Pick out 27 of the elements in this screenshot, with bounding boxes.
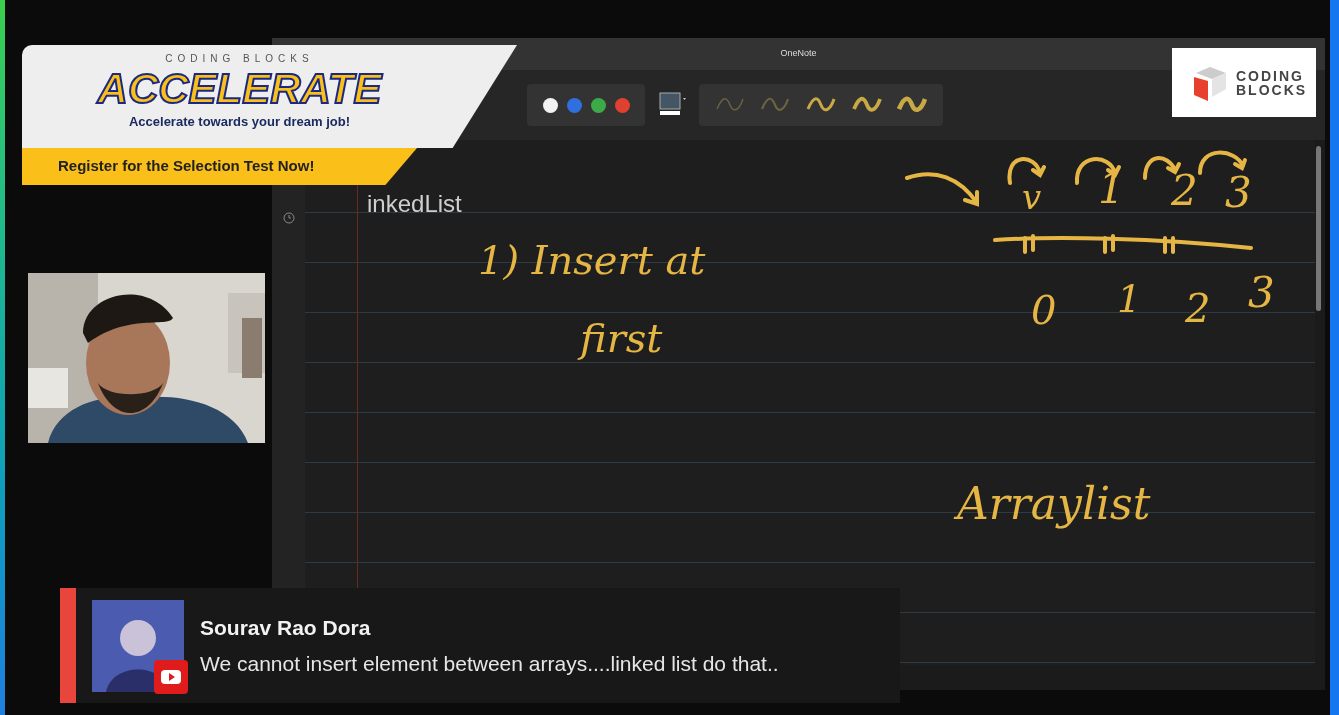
pen-color-swatch[interactable]	[614, 97, 630, 113]
author-name: Sourav Rao Dora	[200, 615, 372, 641]
clock-icon[interactable]	[282, 212, 295, 224]
pen-stroke-icon[interactable]	[851, 95, 882, 115]
banner-tagline: Accelerate towards your dream job!	[128, 113, 351, 131]
pen-color-swatch[interactable]	[566, 97, 582, 113]
handwritten-text: 3	[1248, 272, 1275, 314]
handwritten-text: 2	[1171, 170, 1198, 212]
handwritten-text: 2	[1185, 288, 1211, 328]
window-title: OneNote	[780, 47, 817, 61]
pen-color-swatch[interactable]	[590, 97, 606, 113]
handwritten-text: 3	[1225, 172, 1252, 214]
chat-message: We cannot insert element between arrays....linked list do that..	[200, 650, 779, 677]
page-title: inkedList	[367, 189, 462, 219]
logo-text: CODING	[1236, 68, 1305, 83]
register-banner[interactable]: Register for the Selection Test Now!	[22, 148, 417, 185]
brand-text: CODING BLOCKS	[165, 52, 314, 66]
handwritten-text: 1) Insert at	[478, 240, 706, 280]
logo-text: BLOCKS	[1236, 82, 1308, 97]
pen-color-swatch[interactable]	[542, 97, 558, 113]
play-badge-icon	[154, 659, 188, 694]
register-text: Register for the Selection Test Now!	[58, 156, 315, 177]
banner-title: ACCELERATE	[97, 66, 382, 112]
handwritten-text: v	[1022, 180, 1042, 214]
handwritten-text: 0	[1031, 290, 1057, 330]
pen-stroke-icon[interactable]	[897, 95, 928, 115]
handwritten-text: 1	[1117, 280, 1142, 318]
